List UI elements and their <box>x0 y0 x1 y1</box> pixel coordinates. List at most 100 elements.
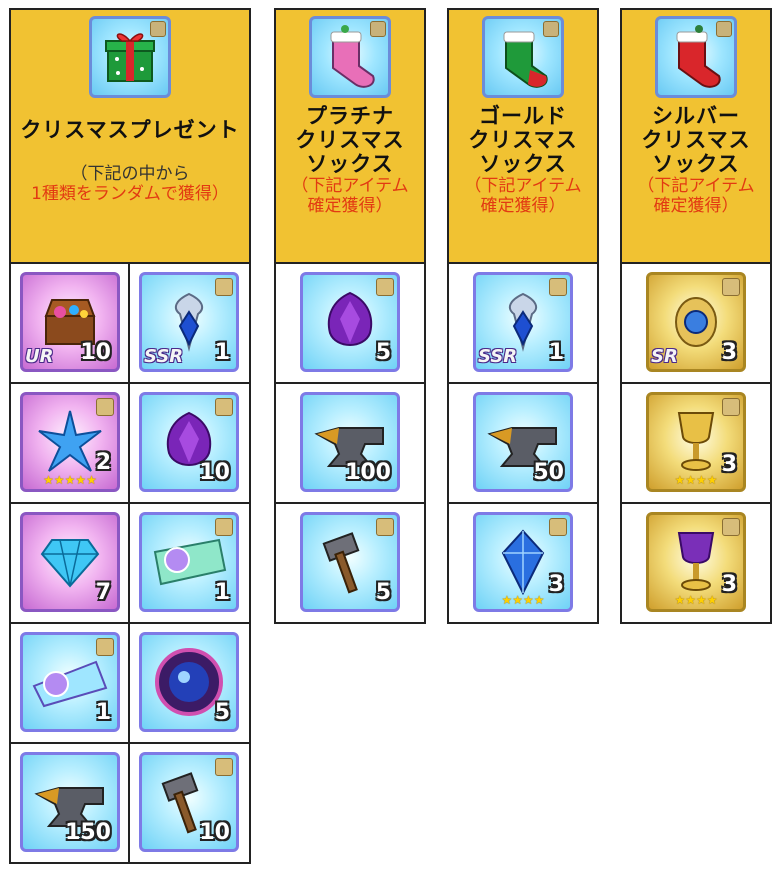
column-note-line: （下記アイテム <box>637 176 755 196</box>
item-cell: 1 <box>128 502 251 624</box>
column-platinum-socks: プラチナ クリスマス ソックス （下記アイテム 確定獲得） 5 100 5 <box>274 8 426 624</box>
item-cell: 100 <box>274 382 426 504</box>
column-title-line: クリスマス <box>641 128 751 152</box>
item-quantity: 150 <box>65 820 111 845</box>
anvil-icon: 100 <box>300 392 400 492</box>
platinum-stocking-icon <box>309 16 391 98</box>
item-cell: SSR 1 <box>128 262 251 384</box>
rank-label: SSR <box>144 346 184 367</box>
column-header: シルバー クリスマス ソックス （下記アイテム 確定獲得） <box>620 8 772 264</box>
column-title-line: ゴールド <box>479 104 567 128</box>
star-rating: ★★★★ <box>674 593 718 607</box>
item-quantity: 100 <box>345 460 391 485</box>
item-cell: 150 <box>9 742 130 864</box>
column-note-line: 確定獲得） <box>653 196 739 216</box>
item-quantity: 10 <box>199 460 230 485</box>
item-cell: 5 <box>274 262 426 384</box>
item-quantity: 10 <box>80 340 111 365</box>
gold-chalice-icon: ★★★★ 3 <box>646 392 746 492</box>
item-quantity: 1 <box>214 340 230 365</box>
blue-crystal-icon: ★★★★ 3 <box>473 512 573 612</box>
item-cell: 5 <box>274 502 426 624</box>
purple-chalice-icon: ★★★★ 3 <box>646 512 746 612</box>
gift-box-icon <box>89 16 171 98</box>
column-title-line: シルバー <box>652 104 740 128</box>
item-cell: 1 <box>9 622 130 744</box>
column-note-line: （下記アイテム <box>464 176 582 196</box>
badge-icon <box>722 398 740 416</box>
column-title-line: クリスマス <box>468 128 578 152</box>
sapphire-amulet-icon: SSR 1 <box>139 272 239 372</box>
item-quantity: 1 <box>214 580 230 605</box>
gold-pendant-icon: SR 3 <box>646 272 746 372</box>
sapphire-amulet-icon: SSR 1 <box>473 272 573 372</box>
item-quantity: 3 <box>548 572 564 597</box>
column-header: クリスマスプレゼント （下記の中から 1種類をランダムで獲得） <box>9 8 251 264</box>
item-cell: ★★★★ 3 <box>620 382 772 504</box>
item-cell: UR 10 <box>9 262 130 384</box>
item-cell: SSR 1 <box>447 262 599 384</box>
column-title-line: ソックス <box>306 152 394 176</box>
item-cell: 5 <box>128 622 251 744</box>
item-cell: 10 <box>128 382 251 504</box>
star-rating: ★★★★ <box>501 593 545 607</box>
column-silver-socks: シルバー クリスマス ソックス （下記アイテム 確定獲得） SR 3 ★★★★ … <box>620 8 772 624</box>
treasure-chest-icon: UR 10 <box>20 272 120 372</box>
item-quantity: 3 <box>721 572 737 597</box>
anvil-icon: 150 <box>20 752 120 852</box>
badge-icon <box>549 278 567 296</box>
badge-icon <box>96 638 114 656</box>
column-note-line: 確定獲得） <box>307 196 393 216</box>
badge-icon <box>215 518 233 536</box>
item-quantity: 2 <box>95 450 111 475</box>
item-cell: SR 3 <box>620 262 772 384</box>
hammer-icon: 5 <box>300 512 400 612</box>
item-quantity: 5 <box>375 340 391 365</box>
column-header: プラチナ クリスマス ソックス （下記アイテム 確定獲得） <box>274 8 426 264</box>
item-cell: ★★★★ 3 <box>447 502 599 624</box>
column-note-line: （下記アイテム <box>291 176 409 196</box>
item-quantity: 1 <box>548 340 564 365</box>
column-title-line: プラチナ <box>306 104 394 128</box>
anvil-icon: 50 <box>473 392 573 492</box>
ssr-ticket-part1-icon: 1 <box>139 512 239 612</box>
item-cell: 10 <box>128 742 251 864</box>
column-title-line: ソックス <box>479 152 567 176</box>
badge-icon <box>215 398 233 416</box>
badge-icon <box>722 278 740 296</box>
item-quantity: 3 <box>721 452 737 477</box>
star-rating: ★★★★ <box>674 473 718 487</box>
rank-label: SR <box>651 346 678 367</box>
item-cell: ★★★★★ 2 <box>9 382 130 504</box>
item-quantity: 5 <box>214 700 230 725</box>
purple-gem-icon: 10 <box>139 392 239 492</box>
gold-stocking-icon <box>482 16 564 98</box>
star-rating: ★★★★★ <box>43 473 97 487</box>
badge-icon <box>722 518 740 536</box>
hammer-icon: 10 <box>139 752 239 852</box>
column-note-line: 1種類をランダムで獲得） <box>31 184 229 204</box>
column-header: ゴールド クリスマス ソックス （下記アイテム 確定獲得） <box>447 8 599 264</box>
rank-label: SSR <box>478 346 518 367</box>
badge-icon <box>376 278 394 296</box>
rank-label: UR <box>25 346 54 367</box>
item-quantity: 7 <box>95 580 111 605</box>
silver-stocking-icon <box>655 16 737 98</box>
column-title: クリスマスプレゼント <box>20 118 240 142</box>
item-cell: 50 <box>447 382 599 504</box>
column-note-line: （下記の中から <box>70 164 190 184</box>
blue-diamond-icon: 7 <box>20 512 120 612</box>
purple-gem-icon: 5 <box>300 272 400 372</box>
blue-crystal-star-icon: ★★★★★ 2 <box>20 392 120 492</box>
badge-icon <box>549 518 567 536</box>
badge-icon <box>215 278 233 296</box>
column-christmas-present: クリスマスプレゼント （下記の中から 1種類をランダムで獲得） UR 10 SS… <box>9 8 251 864</box>
item-quantity: 1 <box>95 700 111 725</box>
column-title-line: クリスマス <box>295 128 405 152</box>
ssr-ticket-part2-icon: 1 <box>20 632 120 732</box>
cosmic-orb-icon: 5 <box>139 632 239 732</box>
item-quantity: 10 <box>199 820 230 845</box>
item-quantity: 5 <box>375 580 391 605</box>
column-gold-socks: ゴールド クリスマス ソックス （下記アイテム 確定獲得） SSR 1 50 ★… <box>447 8 599 624</box>
item-cell: 7 <box>9 502 130 624</box>
